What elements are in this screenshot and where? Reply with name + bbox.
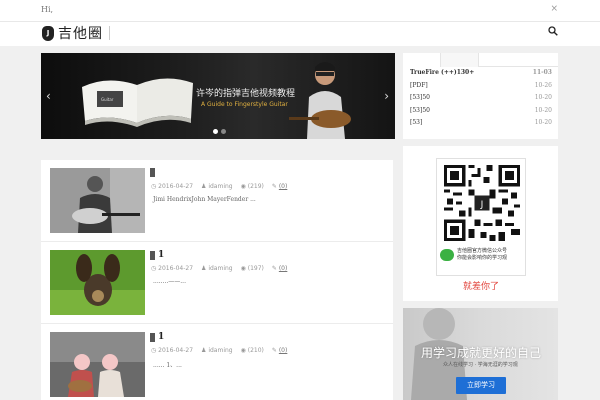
promo-banner[interactable]: 用学习成就更好的自己 众人在线学习 · 学海无涯的学习观 立即学习 (403, 308, 558, 400)
recent-posts-widget: TrueFire (++)130+ 11-03 [PDF] 10-26 [53]50… (403, 53, 558, 139)
post-excerpt: Jimi HendrixJohn MayerFender ... (153, 196, 256, 203)
promo-subtitle: 众人在线学习 · 学海无涯的学习观 (443, 362, 518, 368)
post-title[interactable]: 1 (150, 250, 164, 260)
logo-text: 吉他圈 (58, 26, 103, 42)
post-list: ◷ 2016-04-27 ♟ idaming ◉ (219) ✎ (0) Jim… (41, 160, 393, 400)
post-meta: ◷ 2016-04-27 ♟ idaming ◉ (219) ✎ (0) (151, 183, 287, 190)
slider-dots (213, 129, 226, 134)
post-author: ♟ idaming (201, 265, 233, 272)
post-date: ◷ 2016-04-27 (151, 183, 194, 190)
wechat-icon (440, 249, 454, 261)
slider-dot-2[interactable] (221, 129, 226, 134)
post-comments: ✎ (0) (271, 347, 288, 354)
post-comments: ✎ (0) (271, 265, 288, 272)
open-book-image: Guitar (82, 78, 193, 127)
post-date: ◷ 2016-04-27 (151, 265, 194, 272)
site-header: J 吉他圈 (0, 22, 600, 46)
hero-slider[interactable]: Guitar ‹ 许岑的指弹吉他视频教程 A Guide to Fingerst… (41, 53, 395, 139)
list-item[interactable]: [PDF] 10-26 (403, 80, 558, 93)
join-prompt-text: 就差你了 (463, 282, 500, 292)
post-thumbnail[interactable] (50, 168, 145, 233)
logo-pick-icon: J (42, 25, 54, 41)
post-meta: ◷ 2016-04-27 ♟ idaming ◉ (210) ✎ (0) (151, 347, 287, 354)
greeting-text: Hi, (41, 5, 54, 14)
post-title[interactable] (150, 168, 158, 177)
tab-1[interactable] (403, 53, 441, 67)
top-bar: Hi, × (0, 0, 600, 22)
post-item: 1 ◷ 2016-04-27 ♟ idaming ◉ (197) ✎ (0) .… (41, 242, 393, 324)
slider-title: 许岑的指弹吉他视频教程 (196, 89, 296, 99)
post-views: ◉ (197) (240, 265, 264, 272)
slider-dot-1[interactable] (213, 129, 218, 134)
post-comments: ✎ (0) (271, 183, 288, 190)
bookmark-icon (150, 250, 155, 260)
post-excerpt: ........——... (153, 278, 186, 285)
post-thumbnail[interactable] (50, 250, 145, 315)
post-views: ◉ (219) (240, 183, 264, 190)
start-learning-button[interactable]: 立即学习 (456, 377, 506, 394)
logo-divider (109, 26, 110, 40)
search-icon[interactable] (548, 26, 558, 36)
slider-next-arrow[interactable]: › (384, 89, 389, 103)
post-views: ◉ (210) (240, 347, 264, 354)
wechat-label: 吉他圈官方微信公众号 你能会影响你的学习观 (440, 248, 507, 262)
qr-code: J (444, 165, 520, 241)
slider-subtitle: A Guide to Fingerstyle Guitar (201, 101, 288, 108)
post-item: ◷ 2016-04-27 ♟ idaming ◉ (219) ✎ (0) Jim… (41, 160, 393, 242)
post-thumbnail[interactable] (50, 332, 145, 397)
qr-card: J 吉他圈官方微信公众号 你能会影响你的学习观 (436, 158, 526, 276)
list-item[interactable]: TrueFire (++)130+ 11-03 (403, 67, 558, 80)
post-excerpt: ...... 1、... (153, 362, 182, 369)
post-title[interactable]: 1 (150, 332, 164, 342)
slider-prev-arrow[interactable]: ‹ (46, 89, 51, 103)
svg-text:J: J (480, 200, 484, 210)
post-date: ◷ 2016-04-27 (151, 347, 194, 354)
bookmark-icon (150, 168, 155, 177)
promo-title: 用学习成就更好的自己 (421, 346, 542, 360)
post-author: ♟ idaming (201, 183, 233, 190)
guitarist-image (289, 62, 351, 139)
site-logo[interactable]: J 吉他圈 (42, 23, 110, 43)
widget-tabs (403, 53, 558, 67)
bookmark-icon (150, 332, 155, 342)
list-item[interactable]: [53]50 10-20 (403, 92, 558, 105)
list-item[interactable]: [53]50 10-20 (403, 105, 558, 118)
tab-2[interactable] (441, 53, 479, 67)
post-author: ♟ idaming (201, 347, 233, 354)
list-item[interactable]: [53] 10-20 (403, 117, 558, 130)
post-meta: ◷ 2016-04-27 ♟ idaming ◉ (197) ✎ (0) (151, 265, 287, 272)
post-item: 1 ◷ 2016-04-27 ♟ idaming ◉ (210) ✎ (0) .… (41, 324, 393, 400)
close-icon[interactable]: × (550, 4, 558, 14)
wechat-qr-widget: J 吉他圈官方微信公众号 你能会影响你的学习观 就差你了 (403, 146, 558, 301)
svg-text:Guitar: Guitar (101, 97, 114, 102)
